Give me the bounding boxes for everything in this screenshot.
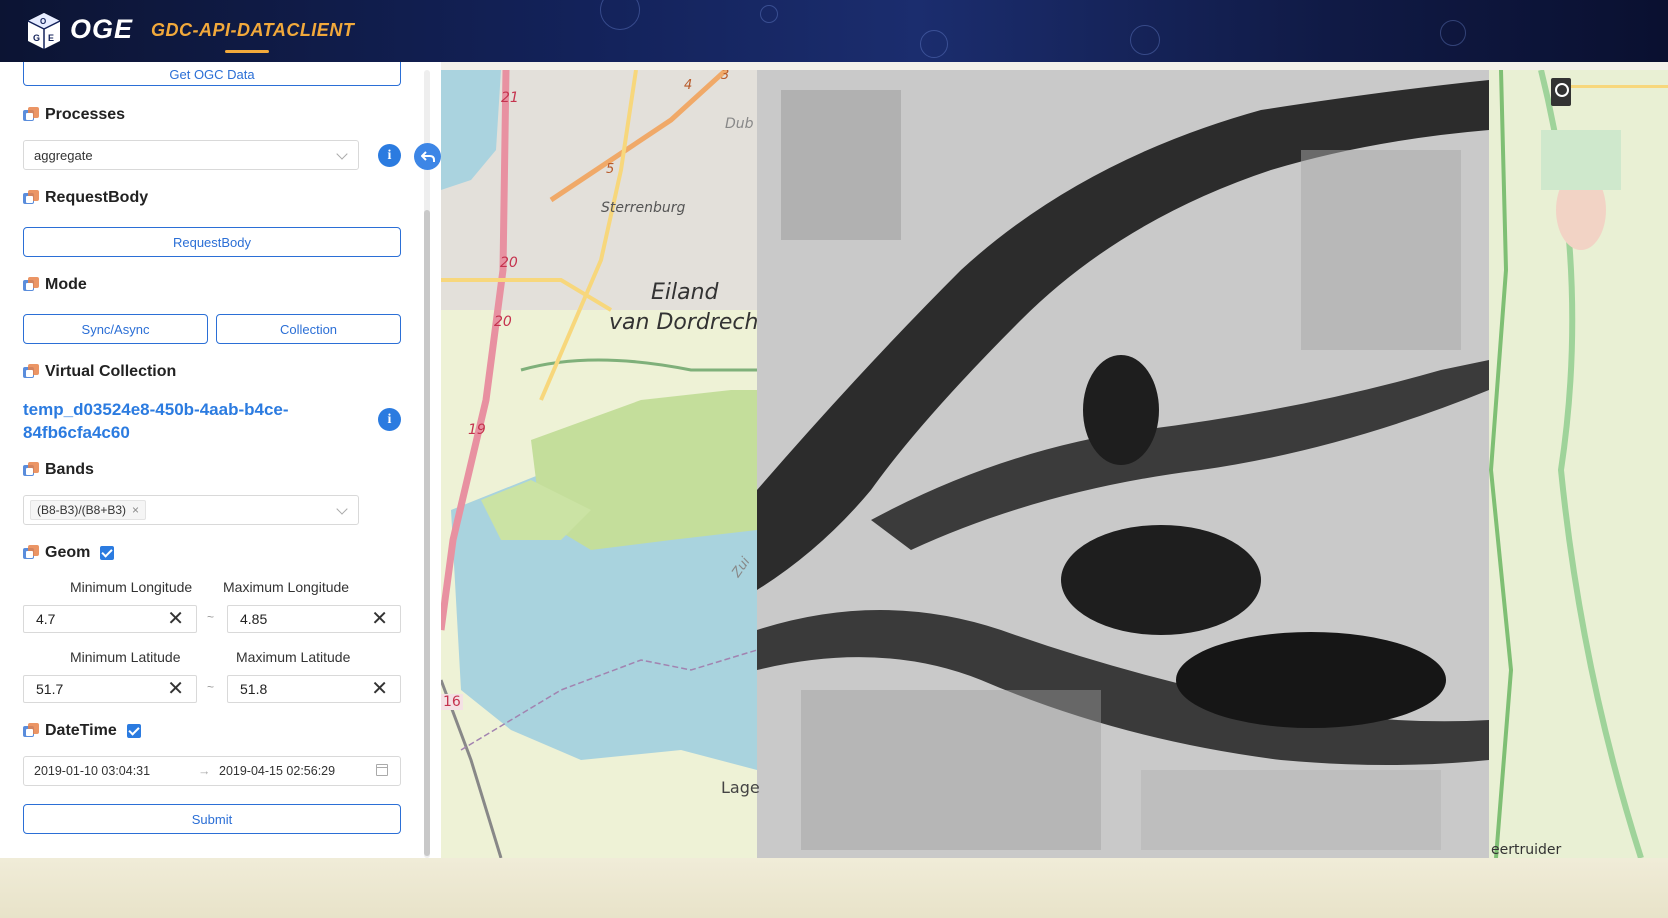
- header-decoration: [1440, 20, 1466, 46]
- processes-selected-value: aggregate: [34, 147, 93, 163]
- road-number-21: 21: [501, 90, 519, 106]
- get-ogc-data-button[interactable]: Get OGC Data: [23, 62, 401, 86]
- road-number-19: 19: [468, 422, 486, 438]
- road-number-4: 4: [684, 78, 693, 93]
- section-icon: [23, 545, 39, 561]
- datetime-checkbox[interactable]: [126, 724, 141, 738]
- map-label-sterrenburg: Sterrenburg: [601, 200, 686, 216]
- max-longitude-label: Maximum Longitude: [223, 579, 350, 595]
- get-ogc-data-label: Get OGC Data: [169, 67, 255, 82]
- svg-text:E: E: [48, 33, 54, 43]
- road-number-20: 20: [500, 255, 518, 271]
- processes-section-title: Processes: [23, 106, 125, 124]
- map-label-eertruider: eertruider: [1491, 842, 1562, 858]
- min-longitude-input[interactable]: 4.7 ✕: [23, 605, 197, 633]
- section-icon: [23, 107, 39, 123]
- collection-button[interactable]: Collection: [216, 314, 401, 344]
- min-longitude-label: Minimum Longitude: [70, 579, 193, 595]
- map-label-eiland: Eiland: [651, 280, 719, 305]
- start-datetime[interactable]: 2019-01-10 03:04:31: [34, 764, 150, 778]
- clear-icon[interactable]: ✕: [371, 609, 388, 629]
- min-latitude-label: Minimum Latitude: [70, 649, 181, 665]
- cube-logo-icon[interactable]: O G E: [26, 12, 62, 50]
- section-icon: [23, 277, 39, 293]
- header-decoration: [600, 0, 640, 30]
- app-header: O G E OGE GDC-API-DATACLIENT: [0, 0, 1668, 62]
- range-separator: ~: [207, 610, 215, 624]
- mode-section-title: Mode: [23, 276, 87, 294]
- range-separator: ~: [207, 680, 215, 694]
- clear-icon[interactable]: ✕: [167, 679, 184, 699]
- header-decoration: [760, 5, 778, 23]
- end-datetime[interactable]: 2019-04-15 02:56:29: [219, 764, 335, 778]
- header-decoration: [920, 30, 948, 58]
- max-longitude-input[interactable]: 4.85 ✕: [227, 605, 401, 633]
- chevron-down-icon: [336, 503, 348, 515]
- page-bottom-strip: [0, 858, 1668, 918]
- header-decoration: [1130, 25, 1160, 55]
- datetime-range-picker[interactable]: 2019-01-10 03:04:31 → 2019-04-15 02:56:2…: [23, 756, 401, 786]
- sync-async-button[interactable]: Sync/Async: [23, 314, 208, 344]
- calendar-icon[interactable]: [376, 764, 388, 776]
- svg-text:O: O: [40, 17, 46, 26]
- chevron-down-icon: [336, 148, 348, 160]
- active-tab-indicator: [225, 50, 269, 53]
- band-tag: (B8-B3)/(B8+B3) ×: [30, 500, 147, 520]
- section-icon: [23, 364, 39, 380]
- geom-checkbox[interactable]: [100, 546, 115, 560]
- virtual-collection-info-icon[interactable]: i: [378, 408, 401, 431]
- collapse-panel-icon[interactable]: [414, 143, 441, 170]
- section-icon: [23, 723, 39, 739]
- requestbody-section-title: RequestBody: [23, 189, 148, 207]
- submit-button[interactable]: Submit: [23, 804, 401, 834]
- arrow-right-icon: →: [198, 764, 211, 778]
- section-icon: [23, 462, 39, 478]
- processes-select[interactable]: aggregate: [23, 140, 359, 170]
- panel-scrollbar-thumb[interactable]: [424, 210, 430, 856]
- datetime-section-title: DateTime: [23, 722, 141, 740]
- basemap: [441, 70, 1668, 858]
- tab-gdc-api-dataclient[interactable]: GDC-API-DATACLIENT: [151, 20, 354, 41]
- processes-info-icon[interactable]: i: [378, 144, 401, 167]
- svg-text:G: G: [33, 33, 40, 43]
- map-view[interactable]: Eiland van Dordrech Sterrenburg Dub Lage…: [441, 70, 1668, 858]
- road-number-3: 3: [721, 70, 730, 83]
- requestbody-button[interactable]: RequestBody: [23, 227, 401, 257]
- virtual-collection-id-link[interactable]: temp_d03524e8-450b-4aab-b4ce- 84fb6cfa4c…: [23, 398, 353, 444]
- section-icon: [23, 190, 39, 206]
- road-number-16: 16: [441, 694, 463, 710]
- virtual-collection-section-title: Virtual Collection: [23, 363, 176, 381]
- max-latitude-input[interactable]: 51.8 ✕: [227, 675, 401, 703]
- road-number-5: 5: [606, 162, 615, 177]
- road-number-20: 20: [494, 314, 512, 330]
- max-latitude-label: Maximum Latitude: [236, 649, 351, 665]
- map-search-icon[interactable]: [1551, 78, 1571, 106]
- geom-section-title: Geom: [23, 544, 115, 562]
- map-label-lage: Lage: [721, 778, 760, 797]
- clear-icon[interactable]: ✕: [167, 609, 184, 629]
- bands-section-title: Bands: [23, 461, 94, 479]
- tag-close-icon[interactable]: ×: [132, 503, 139, 517]
- min-latitude-input[interactable]: 51.7 ✕: [23, 675, 197, 703]
- clear-icon[interactable]: ✕: [371, 679, 388, 699]
- map-label-van-dordrecht: van Dordrech: [609, 310, 759, 335]
- map-label-dub: Dub: [725, 116, 754, 132]
- logo-text: OGE: [70, 14, 134, 44]
